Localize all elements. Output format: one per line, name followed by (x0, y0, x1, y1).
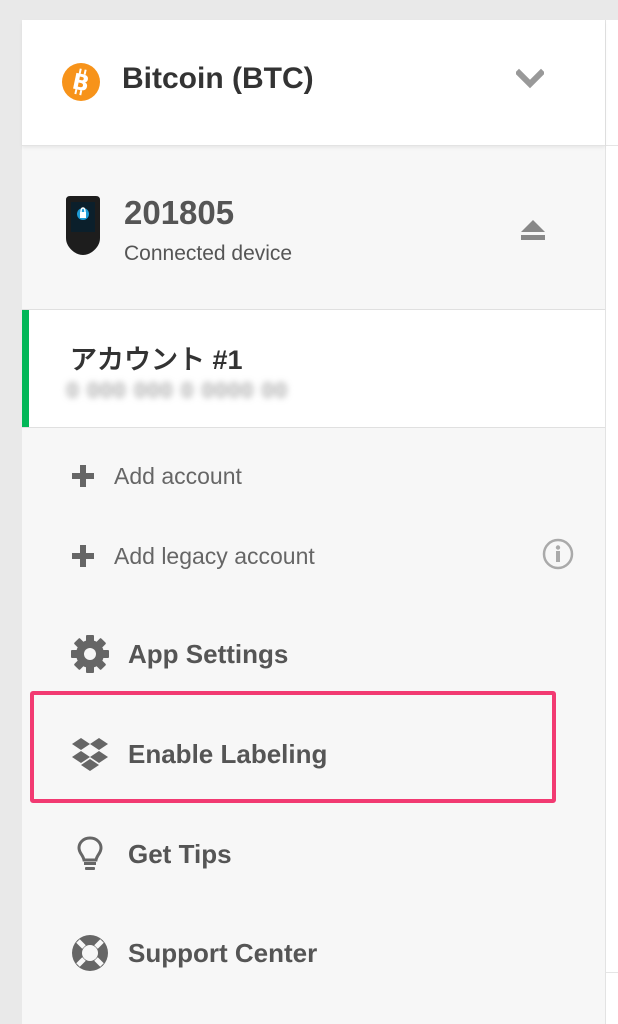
menu-label-get-tips: Get Tips (128, 838, 232, 869)
add-account-button[interactable]: Add account (72, 456, 242, 496)
trezor-device-icon (66, 196, 100, 255)
menu-item-app-settings[interactable]: App Settings (70, 632, 288, 676)
menu-item-support-center[interactable]: Support Center (70, 931, 317, 975)
account-item[interactable]: アカウント #1 0 000 000 0 0000 00 (22, 310, 605, 428)
life-ring-icon (70, 933, 110, 973)
account-balance: 0 000 000 0 0000 00 (67, 380, 289, 402)
plus-icon (72, 545, 94, 567)
device-panel[interactable]: 201805 Connected device (22, 146, 605, 310)
coin-selector[interactable]: B Bitcoin (BTC) (22, 20, 605, 146)
plus-icon (72, 465, 94, 487)
account-name: アカウント #1 (70, 345, 243, 375)
active-account-indicator (22, 310, 29, 427)
lightbulb-icon (70, 834, 110, 874)
highlight-annotation-box (30, 691, 556, 803)
info-icon[interactable] (542, 538, 574, 570)
eject-icon[interactable] (519, 219, 547, 241)
add-account-label: Add account (114, 462, 242, 489)
add-legacy-account-button[interactable]: Add legacy account (72, 536, 315, 576)
menu-label-app-settings: App Settings (128, 638, 289, 669)
gear-icon (70, 634, 110, 674)
device-name: 201805 (124, 194, 235, 231)
sidebar: B Bitcoin (BTC) 201805 Connected device … (22, 20, 605, 1024)
coin-name: Bitcoin (BTC) (122, 62, 314, 95)
menu-item-get-tips[interactable]: Get Tips (70, 832, 232, 876)
menu-label-support-center: Support Center (128, 937, 318, 968)
chevron-down-icon[interactable] (516, 68, 544, 90)
divider (606, 145, 618, 146)
device-status: Connected device (124, 242, 293, 265)
main-content-panel (605, 20, 618, 1024)
divider (606, 972, 618, 973)
bitcoin-icon: B (62, 63, 100, 101)
add-legacy-account-label: Add legacy account (114, 542, 315, 569)
